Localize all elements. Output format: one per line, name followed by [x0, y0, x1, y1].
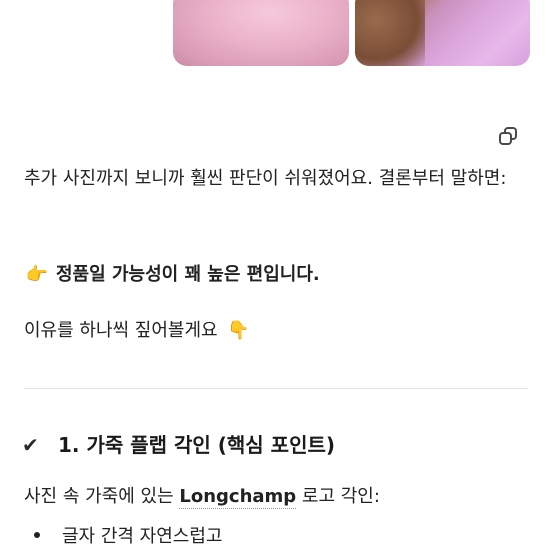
pointing-right-icon: 👉: [25, 264, 49, 285]
attached-photo[interactable]: [173, 0, 349, 66]
section-text: 사진 속 가죽에 있는: [24, 486, 180, 507]
list-item-text: 글자 간격 자연스럽고: [62, 526, 223, 547]
list-item: 글자 간격 자연스럽고: [34, 520, 222, 552]
attached-photo[interactable]: [355, 0, 530, 66]
reasons-intro-line: 이유를 하나씩 짚어볼게요 👇: [24, 314, 252, 348]
verdict-line: 👉 정품일 가능성이 꽤 높은 편입니다.: [24, 258, 320, 292]
divider: [24, 388, 528, 389]
verdict-text: 정품일 가능성이 꽤 높은 편입니다.: [56, 264, 320, 285]
section-heading: ✔ 1. 가죽 플랩 각인 (핵심 포인트): [22, 428, 335, 462]
section-paragraph: 사진 속 가죽에 있는 Longchamp 로고 각인:: [24, 480, 380, 514]
brand-link[interactable]: Longchamp: [179, 486, 297, 509]
pointing-down-icon: 👇: [227, 320, 250, 341]
copy-button[interactable]: [497, 125, 519, 147]
bullet-icon: [34, 532, 40, 538]
section-text: 로고 각인:: [296, 486, 380, 507]
reasons-intro-text: 이유를 하나씩 짚어볼게요: [24, 320, 218, 341]
photo-strip: [0, 0, 552, 70]
intro-paragraph: 추가 사진까지 보니까 훨씬 판단이 쉬워졌어요. 결론부터 말하면:: [24, 168, 507, 189]
section-title: 1. 가죽 플랩 각인 (핵심 포인트): [58, 433, 336, 457]
check-icon: ✔: [22, 433, 39, 457]
